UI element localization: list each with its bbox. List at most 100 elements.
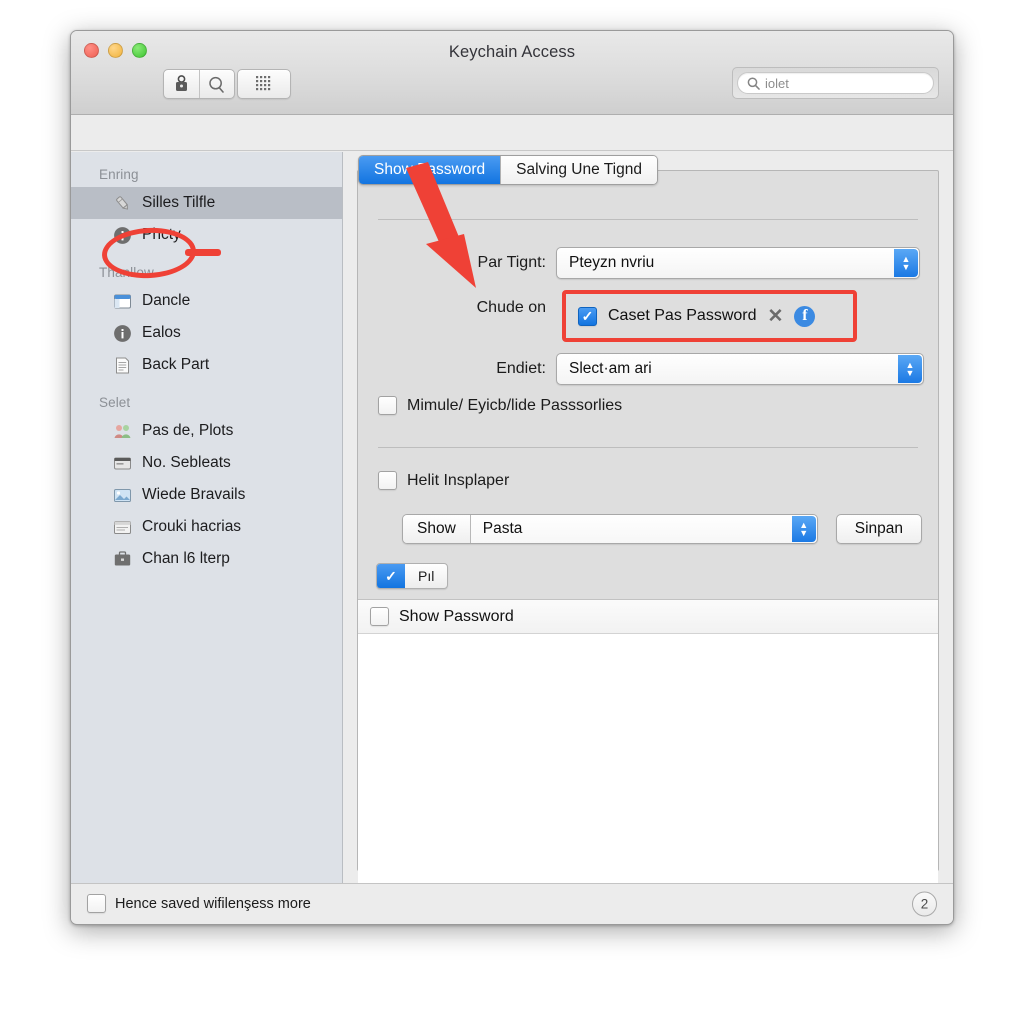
pill-toggle-wrap: ✓ Pıl <box>376 563 449 589</box>
magnifier-icon <box>209 76 225 93</box>
sidebar-item-label: Phcty <box>142 226 181 243</box>
window-body: Enring Silles Tilfle Phcty Thanllow Danc… <box>71 115 953 904</box>
sidebar-item-back-part[interactable]: Back Part <box>71 349 342 381</box>
chude-on-highlight-group: Caset Pas Password ✕ f <box>562 290 857 342</box>
show-combo-value-field[interactable]: Pasta ▲ ▼ <box>470 515 817 543</box>
grid-toolbar-button[interactable] <box>238 70 290 98</box>
sidebar-item-label: Crouki hacrias <box>142 518 242 535</box>
list-header-label: Show Password <box>399 607 514 625</box>
sidebar-item-label: Silles Tilfle <box>142 194 216 211</box>
search-icon <box>747 76 760 90</box>
endiet-popup-button[interactable]: Slect·am ari ▲ ▼ <box>556 353 924 385</box>
photo-icon <box>111 484 133 506</box>
sidebar-item-dancle[interactable]: Dancle <box>71 285 342 317</box>
show-combo-value: Pasta <box>482 520 523 537</box>
card-icon <box>111 452 133 474</box>
toolbar-grid-group <box>237 69 291 99</box>
sidebar-item-label: Wiede Bravails <box>142 486 246 503</box>
window-title: Keychain Access <box>448 43 576 61</box>
par-tignt-label: Par Tignt: <box>477 254 546 271</box>
pil-label: Pıl <box>418 568 435 584</box>
lock-icon <box>175 75 187 91</box>
sinpan-button[interactable]: Sinpan <box>835 514 922 544</box>
par-tignt-value: Pteyzn nvriu <box>569 254 655 271</box>
sidebar-item-phcty[interactable]: Phcty <box>71 219 342 251</box>
stepper-updown-icon[interactable]: ▲ ▼ <box>791 516 816 542</box>
lock-toolbar-button[interactable] <box>164 70 199 98</box>
screenshot-root: Keychain Access iolet Enring Silles Tilf… <box>0 0 1024 1024</box>
sidebar-group-header-thanllow: Thanllow <box>99 265 154 280</box>
helit-label: Helit Insplaper <box>407 471 510 489</box>
endiet-value: Slect·am ari <box>569 360 652 377</box>
password-list: Show Password <box>358 599 938 904</box>
body-top-strip <box>71 115 953 151</box>
sidebar-item-no-sebleats[interactable]: No. Sebleats <box>71 447 342 479</box>
facebook-icon[interactable]: f <box>794 305 816 327</box>
status-badge[interactable]: 2 <box>912 891 937 916</box>
main-content-area: Show Password Salving Une Tignd Par Tign… <box>343 152 953 904</box>
sidebar-item-ealos[interactable]: Ealos <box>71 317 342 349</box>
keychain-access-window: Keychain Access iolet Enring Silles Tilf… <box>70 30 954 925</box>
search-input-value: iolet <box>765 75 789 91</box>
row-show-combo: Show Pasta ▲ ▼ Sinpan <box>402 514 922 544</box>
show-combo[interactable]: Show Pasta ▲ ▼ <box>402 514 818 544</box>
search-toolbar-button[interactable] <box>198 70 235 98</box>
list-header-row[interactable]: Show Password <box>358 600 938 634</box>
helit-checkbox[interactable] <box>378 471 397 490</box>
row-helit[interactable]: Helit Insplaper <box>378 471 509 490</box>
mimule-checkbox[interactable] <box>378 396 397 415</box>
sidebar-item-label: Pas de, Plots <box>142 422 234 439</box>
mimule-label: Mimule/ Eyicb/lide Passsorlies <box>407 396 623 414</box>
footer-label: Hence saved wifilenşess more <box>115 895 311 912</box>
browser-icon <box>111 516 133 538</box>
sidebar-item-crouki-hacrias[interactable]: Crouki hacrias <box>71 511 342 543</box>
stepper-updown-icon[interactable]: ▲ ▼ <box>898 355 922 383</box>
pil-toggle[interactable]: ✓ Pıl <box>376 563 449 589</box>
tab-salving-une-tignd[interactable]: Salving Une Tignd <box>500 156 657 184</box>
caset-pas-password-label: Caset Pas Password <box>608 307 757 324</box>
sidebar-item-label: Dancle <box>142 292 191 309</box>
tab-bar: Show Password Salving Une Tignd <box>358 155 658 185</box>
caset-pas-password-checkbox[interactable] <box>578 306 597 326</box>
sidebar-group-header-enring: Enring <box>99 167 139 182</box>
list-body[interactable] <box>358 634 938 904</box>
list-header-checkbox[interactable] <box>370 607 389 626</box>
details-panel: Show Password Salving Une Tignd Par Tign… <box>357 155 939 904</box>
tab-show-password[interactable]: Show Password <box>359 156 501 184</box>
separator-top <box>378 219 918 220</box>
sidebar: Enring Silles Tilfle Phcty Thanllow Danc… <box>71 152 343 883</box>
sidebar-item-chan-l6-lterp[interactable]: Chan l6 lterp <box>71 543 342 575</box>
sidebar-item-label: Ealos <box>142 324 181 341</box>
info-circle-icon <box>111 224 133 246</box>
window-footer: Hence saved wifilenşess more 2 <box>71 883 953 923</box>
show-button[interactable]: Show <box>403 515 471 543</box>
window-icon <box>111 290 133 312</box>
footer-checkbox-row[interactable]: Hence saved wifilenşess more <box>87 894 311 913</box>
pil-checkbox[interactable]: ✓ <box>377 564 405 588</box>
stepper-updown-icon[interactable]: ▲ ▼ <box>894 249 918 277</box>
x-icon[interactable]: ✕ <box>768 305 784 328</box>
row-mimule[interactable]: Mimule/ Eyicb/lide Passsorlies <box>378 396 622 415</box>
par-tignt-popup-button[interactable]: Pteyzn nvriu ▲ ▼ <box>556 247 920 279</box>
window-titlebar: Keychain Access iolet <box>71 31 953 115</box>
sidebar-item-silles-tilfle[interactable]: Silles Tilfle <box>71 187 342 219</box>
chude-on-label: Chude on <box>476 299 546 316</box>
briefcase-icon <box>111 548 133 570</box>
row-endiet: Endiet: Slect·am ari ▲ ▼ <box>358 353 938 385</box>
info-circle-icon <box>111 322 133 344</box>
search-input[interactable]: iolet <box>737 72 934 94</box>
grid-dots-icon <box>256 76 271 91</box>
sidebar-item-label: Back Part <box>142 356 210 373</box>
search-field-container: iolet <box>732 67 939 99</box>
toolbar-segmented-group <box>163 69 235 99</box>
sidebar-item-pas-de-plots[interactable]: Pas de, Plots <box>71 415 342 447</box>
sidebar-item-label: Chan l6 lterp <box>142 550 230 567</box>
pen-icon <box>111 192 133 214</box>
sidebar-item-label: No. Sebleats <box>142 454 231 471</box>
footer-checkbox[interactable] <box>87 894 106 913</box>
people-icon <box>111 420 133 442</box>
endiet-label: Endiet: <box>496 360 546 377</box>
sidebar-item-wiede-bravails[interactable]: Wiede Bravails <box>71 479 342 511</box>
row-par-tignt: Par Tignt: Pteyzn nvriu ▲ ▼ <box>358 247 938 279</box>
sidebar-group-header-selet: Selet <box>99 395 131 410</box>
